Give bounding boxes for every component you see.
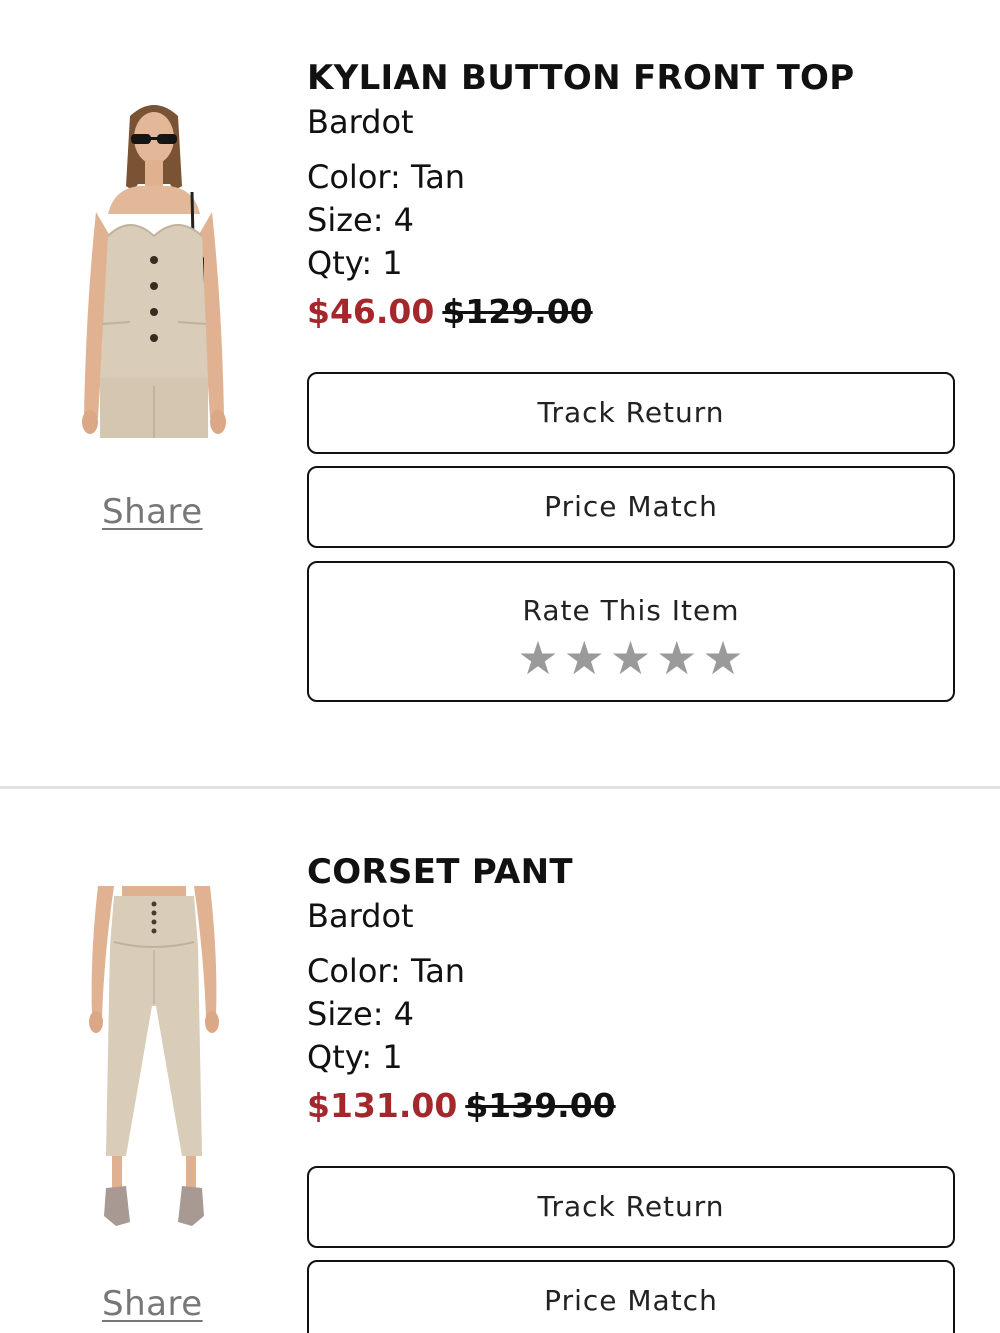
track-return-button[interactable]: Track Return xyxy=(307,372,955,454)
share-link[interactable]: Share xyxy=(102,492,206,532)
star-icon[interactable]: ★ xyxy=(656,635,698,681)
product-name[interactable]: KYLIAN BUTTON FRONT TOP xyxy=(307,56,967,100)
product-size: Size: 4 xyxy=(307,201,414,239)
product-color: Color: Tan xyxy=(307,952,466,990)
sale-price: $46.00 xyxy=(307,292,435,331)
product-brand: Bardot xyxy=(307,103,414,141)
order-items-page: Share KYLIAN BUTTON FRONT TOP Bardot Col… xyxy=(0,0,1000,1333)
star-icon[interactable]: ★ xyxy=(610,635,652,681)
star-icon[interactable]: ★ xyxy=(564,635,606,681)
product-prices: $46.00 $129.00 xyxy=(307,289,967,335)
track-return-button[interactable]: Track Return xyxy=(307,1166,955,1248)
price-match-label: Price Match xyxy=(544,1284,718,1317)
product-name[interactable]: CORSET PANT xyxy=(307,850,967,894)
share-link[interactable]: Share xyxy=(102,1284,206,1324)
track-return-label: Track Return xyxy=(537,396,725,429)
price-match-button[interactable]: Price Match xyxy=(307,1260,955,1333)
sale-price: $131.00 xyxy=(307,1086,458,1125)
rate-item-button[interactable]: Rate This Item ★ ★ ★ ★ ★ xyxy=(307,561,955,702)
product-prices: $131.00 $139.00 xyxy=(307,1083,967,1129)
original-price: $139.00 xyxy=(465,1086,616,1125)
star-icon[interactable]: ★ xyxy=(702,635,744,681)
price-match-label: Price Match xyxy=(544,490,718,523)
product-details: KYLIAN BUTTON FRONT TOP Bardot Color: Ta… xyxy=(307,56,967,335)
item-divider xyxy=(0,786,1000,789)
product-color: Color: Tan xyxy=(307,158,466,196)
product-image-pant[interactable] xyxy=(84,886,224,1228)
product-image-top[interactable] xyxy=(78,96,230,438)
order-item: Share KYLIAN BUTTON FRONT TOP Bardot Col… xyxy=(0,0,1000,786)
product-size: Size: 4 xyxy=(307,995,414,1033)
star-icon[interactable]: ★ xyxy=(517,635,559,681)
rate-item-label: Rate This Item xyxy=(522,594,740,627)
track-return-label: Track Return xyxy=(537,1190,725,1223)
original-price: $129.00 xyxy=(442,292,593,331)
price-match-button[interactable]: Price Match xyxy=(307,466,955,548)
order-item: Share CORSET PANT Bardot Color: Tan Size… xyxy=(0,790,1000,1333)
star-rating: ★ ★ ★ ★ ★ xyxy=(309,635,953,681)
product-details: CORSET PANT Bardot Color: Tan Size: 4 Qt… xyxy=(307,850,967,1129)
product-brand: Bardot xyxy=(307,897,414,935)
product-qty: Qty: 1 xyxy=(307,244,403,282)
product-qty: Qty: 1 xyxy=(307,1038,403,1076)
